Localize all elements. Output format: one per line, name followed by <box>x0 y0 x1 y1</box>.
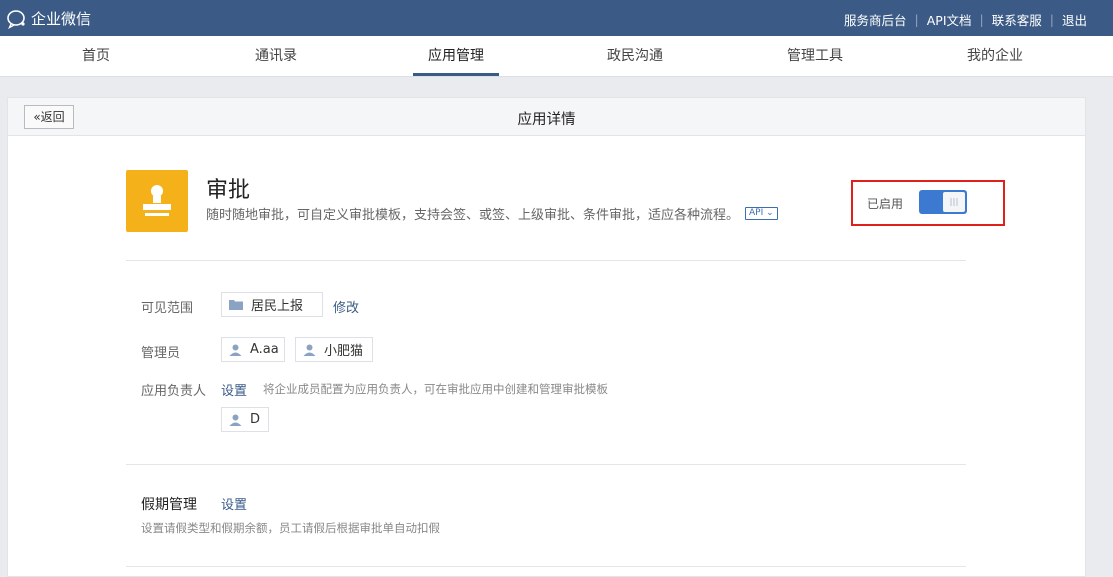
user-icon <box>229 414 242 426</box>
visible-scope-chip: 居民上报 <box>221 292 323 317</box>
wecom-logo-icon <box>7 9 25 29</box>
nav-item-my-enterprise[interactable]: 我的企业 <box>957 36 1033 76</box>
link-contact-support[interactable]: 联系客服 <box>992 10 1042 29</box>
top-links: 服务商后台 | API文档 | 联系客服 | 退出 <box>844 10 1087 29</box>
divider <box>126 566 966 567</box>
user-icon <box>229 344 242 356</box>
page-title: 应用详情 <box>517 112 576 128</box>
logo[interactable]: 企业微信 <box>6 8 91 29</box>
card-header: 应用详情 «返回 <box>8 98 1085 136</box>
status-highlight: 已启用 <box>851 180 1005 226</box>
app-description-text: 随时随地审批，可自定义审批模板，支持会签、或签、上级审批、条件审批，适应各种流程… <box>206 208 740 223</box>
app-name: 审批 <box>206 178 251 203</box>
app-detail-card: 应用详情 «返回 审批 随时随地审批，可自定义审批模板，支持会签、或签、上级审批… <box>7 97 1086 577</box>
visible-scope-value: 居民上报 <box>251 299 304 314</box>
link-separator: | <box>914 12 919 27</box>
nav-item-contacts[interactable]: 通讯录 <box>238 36 314 76</box>
leave-settings-link[interactable]: 设置 <box>221 494 247 513</box>
divider <box>126 260 966 261</box>
logo-text: 企业微信 <box>31 10 92 28</box>
toggle-knob[interactable] <box>943 192 965 212</box>
status-label: 已启用 <box>867 197 904 211</box>
folder-icon <box>229 299 243 310</box>
owner-hint: 将企业成员配置为应用负责人，可在审批应用中创建和管理审批模板 <box>263 382 608 396</box>
app-description: 随时随地审批，可自定义审批模板，支持会签、或签、上级审批、条件审批，适应各种流程… <box>206 204 778 223</box>
link-provider-console[interactable]: 服务商后台 <box>844 10 907 29</box>
visible-scope-label: 可见范围 <box>141 301 194 316</box>
user-icon <box>303 344 316 356</box>
leave-management-title: 假期管理 <box>141 497 197 513</box>
admins-label: 管理员 <box>141 346 181 361</box>
owner-chip: D <box>221 407 269 432</box>
back-button[interactable]: «返回 <box>24 105 74 129</box>
api-tag-label: API <box>749 208 764 218</box>
api-tag[interactable]: API ⌄ <box>745 207 778 220</box>
divider <box>126 464 966 465</box>
link-api-docs[interactable]: API文档 <box>927 10 972 29</box>
grip-icon <box>950 198 958 206</box>
edit-scope-link[interactable]: 修改 <box>333 297 359 316</box>
owner-label: 应用负责人 <box>141 384 207 399</box>
nav-item-home[interactable]: 首页 <box>58 36 134 76</box>
admin-chip: 小肥猫 <box>295 337 373 362</box>
link-logout[interactable]: 退出 <box>1062 10 1087 29</box>
app-icon <box>126 170 188 232</box>
nav-item-management-tools[interactable]: 管理工具 <box>777 36 853 76</box>
nav-item-citizen-communication[interactable]: 政民沟通 <box>597 36 673 76</box>
link-separator: | <box>979 12 984 27</box>
link-separator: | <box>1049 12 1054 27</box>
enable-toggle[interactable] <box>919 190 967 214</box>
chevron-down-icon: ⌄ <box>766 208 774 218</box>
top-bar: 企业微信 服务商后台 | API文档 | 联系客服 | 退出 <box>0 0 1113 36</box>
admin-chip: A.aa <box>221 337 285 362</box>
main-nav: 首页 通讯录 应用管理 政民沟通 管理工具 我的企业 <box>0 36 1113 77</box>
stamp-icon <box>143 185 171 216</box>
admin-name: A.aa <box>250 342 279 357</box>
double-chevron-left-icon: « <box>33 110 41 124</box>
set-owner-link[interactable]: 设置 <box>221 380 247 399</box>
leave-hint: 设置请假类型和假期余额，员工请假后根据审批单自动扣假 <box>141 521 440 535</box>
admin-name: 小肥猫 <box>324 344 364 359</box>
nav-item-app-management[interactable]: 应用管理 <box>413 36 499 76</box>
back-label: 返回 <box>40 110 65 124</box>
owner-name: D <box>250 412 261 427</box>
